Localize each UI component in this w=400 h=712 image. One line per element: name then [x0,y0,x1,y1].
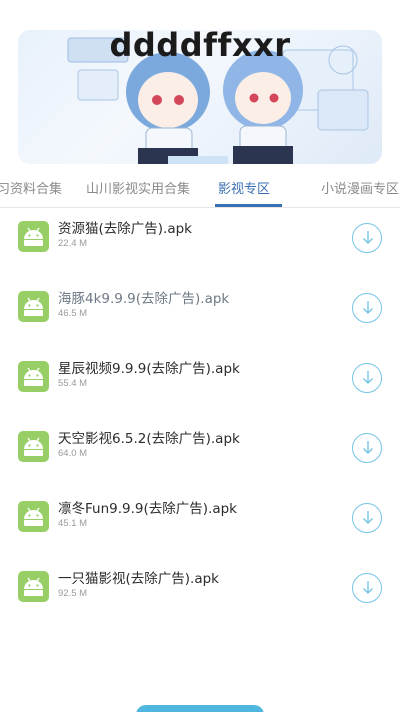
file-name: 资源猫(去除广告).apk [58,221,192,237]
file-size: 64.0 M [58,448,88,459]
download-icon [363,441,373,454]
list-item[interactable]: 星辰视频9.9.9(去除广告).apk 55.4 M [0,361,400,431]
download-button[interactable] [352,293,382,323]
download-button[interactable] [352,503,382,533]
android-icon [18,291,49,322]
category-tabs: 习资料合集 山川影视实用合集 影视专区 小说漫画专区 [0,170,400,208]
file-name: 星辰视频9.9.9(去除广告).apk [58,361,240,377]
file-size: 55.4 M [58,378,88,389]
tab-novel-comic-zone[interactable]: 小说漫画专区 [321,178,399,197]
download-icon [363,511,373,524]
tab-film-zone[interactable]: 影视专区 [218,178,270,197]
file-name: 海豚4k9.9.9(去除广告).apk [58,291,230,307]
download-button[interactable] [352,433,382,463]
file-size: 92.5 M [58,588,88,599]
download-icon [363,301,373,314]
tab-shanchuan-collection[interactable]: 山川影视实用合集 [86,178,190,197]
android-icon [18,221,49,252]
android-icon [18,501,49,532]
file-size: 45.1 M [58,518,88,529]
list-item[interactable]: 凛冬Fun9.9.9(去除广告).apk 45.1 M [0,501,400,571]
active-tab-indicator [215,204,282,207]
list-item[interactable]: 海豚4k9.9.9(去除广告).apk 46.5 M [0,291,400,361]
bottom-action-button[interactable] [136,705,264,712]
banner[interactable]: ddddffxxr [18,30,382,164]
tab-study-materials[interactable]: 习资料合集 [0,178,62,197]
file-name: 凛冬Fun9.9.9(去除广告).apk [58,501,237,517]
download-button[interactable] [352,573,382,603]
file-name: 天空影视6.5.2(去除广告).apk [58,431,240,447]
file-size: 22.4 M [58,238,88,249]
list-item[interactable]: 一只猫影视(去除广告).apk 92.5 M [0,571,400,641]
banner-title: ddddffxxr [109,30,291,64]
download-icon [363,231,373,244]
download-icon [363,371,373,384]
file-size: 46.5 M [58,308,88,319]
download-button[interactable] [352,223,382,253]
android-icon [18,361,49,392]
android-icon [18,431,49,462]
android-icon [18,571,49,602]
list-item[interactable]: 资源猫(去除广告).apk 22.4 M [0,221,400,291]
download-icon [363,581,373,594]
file-name: 一只猫影视(去除广告).apk [58,571,219,587]
list-item[interactable]: 天空影视6.5.2(去除广告).apk 64.0 M [0,431,400,501]
download-button[interactable] [352,363,382,393]
